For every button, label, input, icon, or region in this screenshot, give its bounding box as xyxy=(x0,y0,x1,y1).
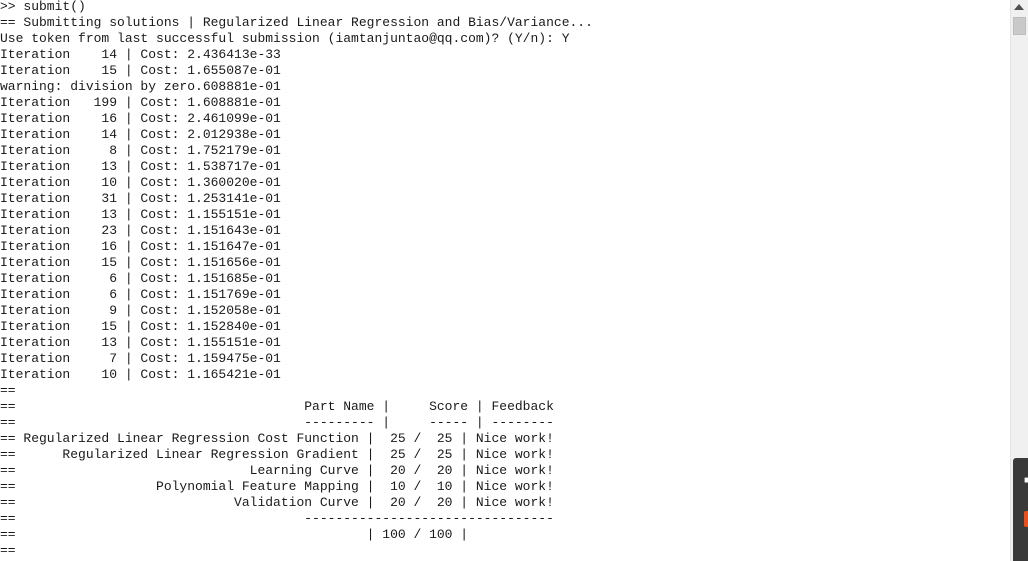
console-line: warning: division by zero.608881e-01 xyxy=(0,79,281,94)
triangle-up-icon[interactable] xyxy=(1014,4,1024,10)
console-line: Iteration 15 | Cost: 1.152840e-01 xyxy=(0,319,281,334)
console-line: Iteration 13 | Cost: 1.155151e-01 xyxy=(0,335,281,350)
console-line: Iteration 199 | Cost: 1.608881e-01 xyxy=(0,95,281,110)
score-table-divider: == --------- | ----- | -------- xyxy=(0,415,554,430)
side-panel-tab[interactable] xyxy=(1013,458,1028,561)
console-line: Iteration 10 | Cost: 1.360020e-01 xyxy=(0,175,281,190)
console-line: Iteration 23 | Cost: 1.151643e-01 xyxy=(0,223,281,238)
side-tab-letter-icon: ■ xyxy=(1024,476,1028,486)
command-window[interactable]: >> submit() == Submitting solutions | Reg… xyxy=(0,0,1010,561)
console-output[interactable]: >> submit() == Submitting solutions | Reg… xyxy=(0,0,593,559)
console-line: Iteration 8 | Cost: 1.752179e-01 xyxy=(0,143,281,158)
score-table-row: == Regularized Linear Regression Gradien… xyxy=(0,447,554,462)
console-line: Iteration 7 | Cost: 1.159475e-01 xyxy=(0,351,281,366)
console-line: Iteration 15 | Cost: 1.151656e-01 xyxy=(0,255,281,270)
score-table-row: == Learning Curve | 20 / 20 | Nice work! xyxy=(0,463,554,478)
console-line: Iteration 16 | Cost: 2.461099e-01 xyxy=(0,111,281,126)
score-table-total: == | 100 / 100 | xyxy=(0,527,469,542)
score-table-row: == Validation Curve | 20 / 20 | Nice wor… xyxy=(0,495,554,510)
console-line: Iteration 31 | Cost: 1.253141e-01 xyxy=(0,191,281,206)
console-line: Iteration 9 | Cost: 1.152058e-01 xyxy=(0,303,281,318)
console-line: Use token from last successful submissio… xyxy=(0,31,570,46)
console-line: == Submitting solutions | Regularized Li… xyxy=(0,15,593,30)
console-line: Iteration 15 | Cost: 1.655087e-01 xyxy=(0,63,281,78)
console-line: == xyxy=(0,383,16,398)
console-line: Iteration 10 | Cost: 1.165421e-01 xyxy=(0,367,281,382)
score-table-header: == Part Name | Score | Feedback xyxy=(0,399,554,414)
side-tab-accent-icon xyxy=(1024,511,1028,527)
console-line: Iteration 13 | Cost: 1.155151e-01 xyxy=(0,207,281,222)
scrollbar-thumb[interactable] xyxy=(1013,17,1026,35)
console-line: Iteration 6 | Cost: 1.151685e-01 xyxy=(0,271,281,286)
score-table-row: == Polynomial Feature Mapping | 10 / 10 … xyxy=(0,479,554,494)
score-table-row: == Regularized Linear Regression Cost Fu… xyxy=(0,431,554,446)
score-table-divider: == -------------------------------- xyxy=(0,511,554,526)
console-line: >> submit() xyxy=(0,0,86,14)
console-line: Iteration 14 | Cost: 2.436413e-33 xyxy=(0,47,281,62)
console-line: Iteration 13 | Cost: 1.538717e-01 xyxy=(0,159,281,174)
console-line: Iteration 14 | Cost: 2.012938e-01 xyxy=(0,127,281,142)
console-line: == xyxy=(0,543,16,558)
console-line: Iteration 16 | Cost: 1.151647e-01 xyxy=(0,239,281,254)
console-line: Iteration 6 | Cost: 1.151769e-01 xyxy=(0,287,281,302)
